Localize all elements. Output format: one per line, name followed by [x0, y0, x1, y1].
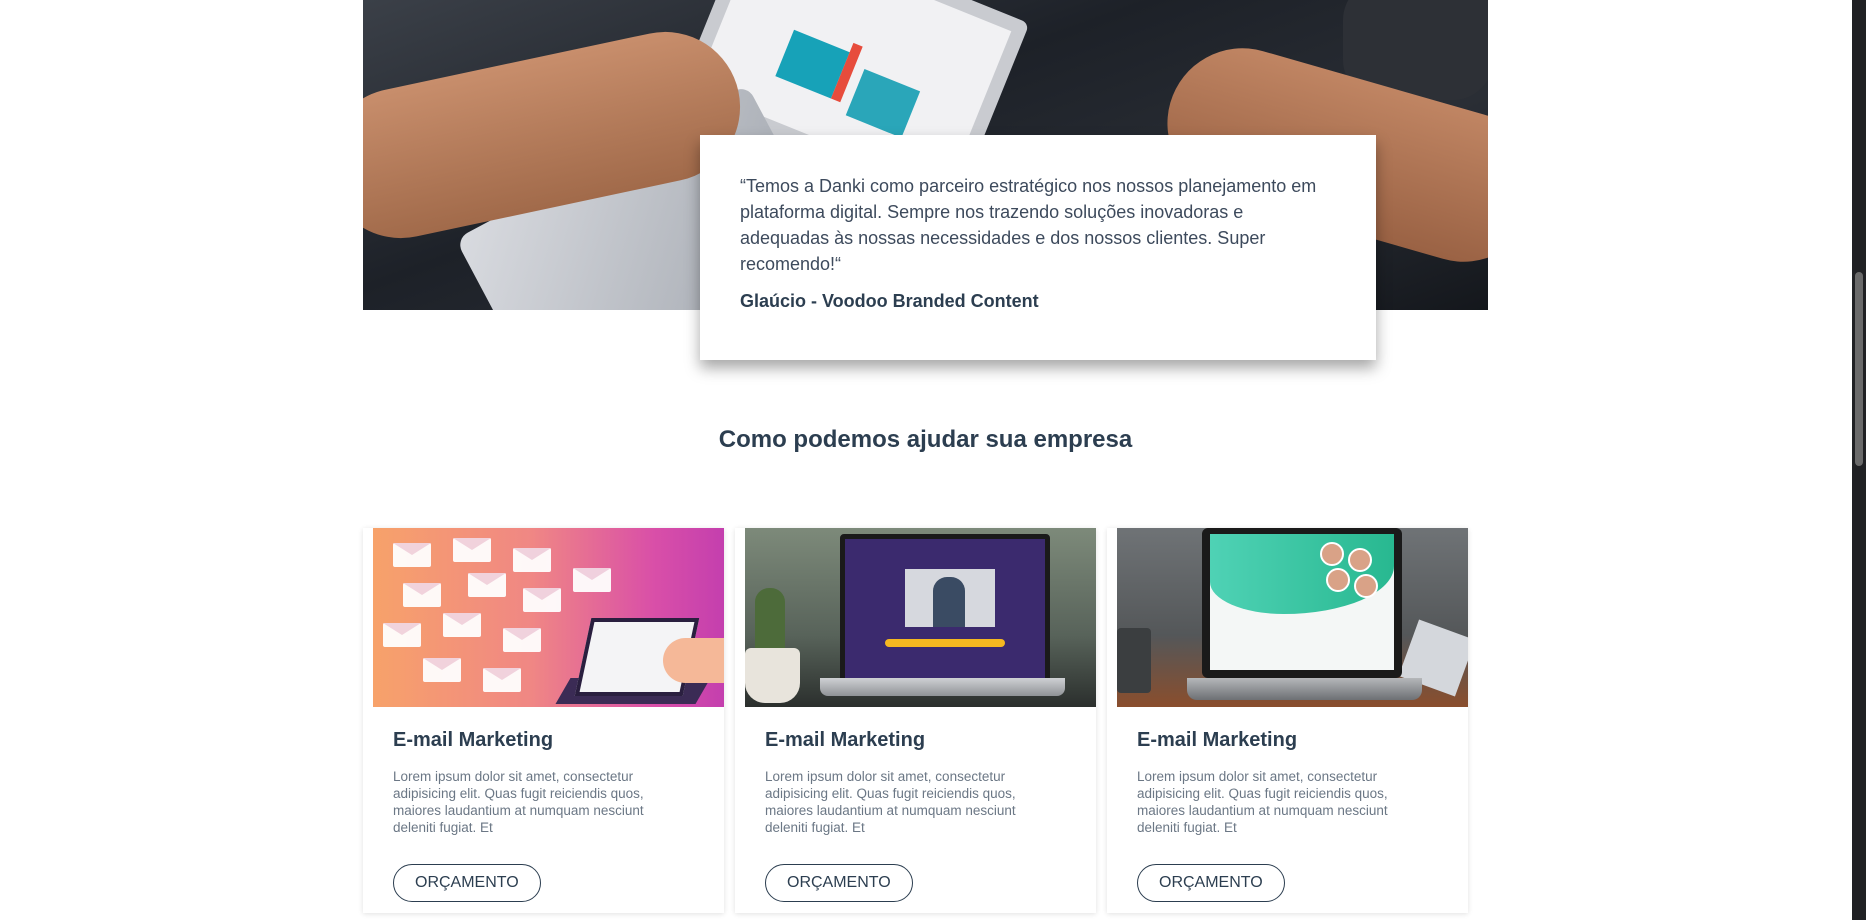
service-card: E-mail Marketing Lorem ipsum dolor sit a…: [1107, 528, 1468, 913]
quote-button[interactable]: ORÇAMENTO: [765, 864, 913, 902]
service-title: E-mail Marketing: [1137, 729, 1298, 751]
service-description: Lorem ipsum dolor sit amet, consectetur …: [1137, 769, 1388, 835]
service-description: Lorem ipsum dolor sit amet, consectetur …: [393, 769, 644, 835]
service-title: E-mail Marketing: [765, 729, 926, 751]
page: “Temos a Danki como parceiro estratégico…: [0, 0, 1852, 920]
service-title: E-mail Marketing: [393, 729, 554, 751]
testimonial-quote: “Temos a Danki como parceiro estratégico…: [740, 176, 1317, 274]
email-marketing-image: [373, 528, 724, 707]
video-course-laptop-image: [745, 528, 1096, 707]
service-card: E-mail Marketing Lorem ipsum dolor sit a…: [363, 528, 724, 913]
scrollbar-thumb[interactable]: [1855, 272, 1863, 466]
landing-page-laptop-image: [1117, 528, 1468, 707]
quote-button[interactable]: ORÇAMENTO: [1137, 864, 1285, 902]
testimonial-card: “Temos a Danki como parceiro estratégico…: [700, 135, 1376, 360]
testimonial-author: Glaúcio - Voodoo Branded Content: [740, 291, 1039, 311]
service-card: E-mail Marketing Lorem ipsum dolor sit a…: [735, 528, 1096, 913]
quote-button[interactable]: ORÇAMENTO: [393, 864, 541, 902]
section-title: Como podemos ajudar sua empresa: [718, 426, 1133, 453]
vertical-scrollbar[interactable]: [1852, 0, 1866, 920]
service-description: Lorem ipsum dolor sit amet, consectetur …: [765, 769, 1016, 835]
